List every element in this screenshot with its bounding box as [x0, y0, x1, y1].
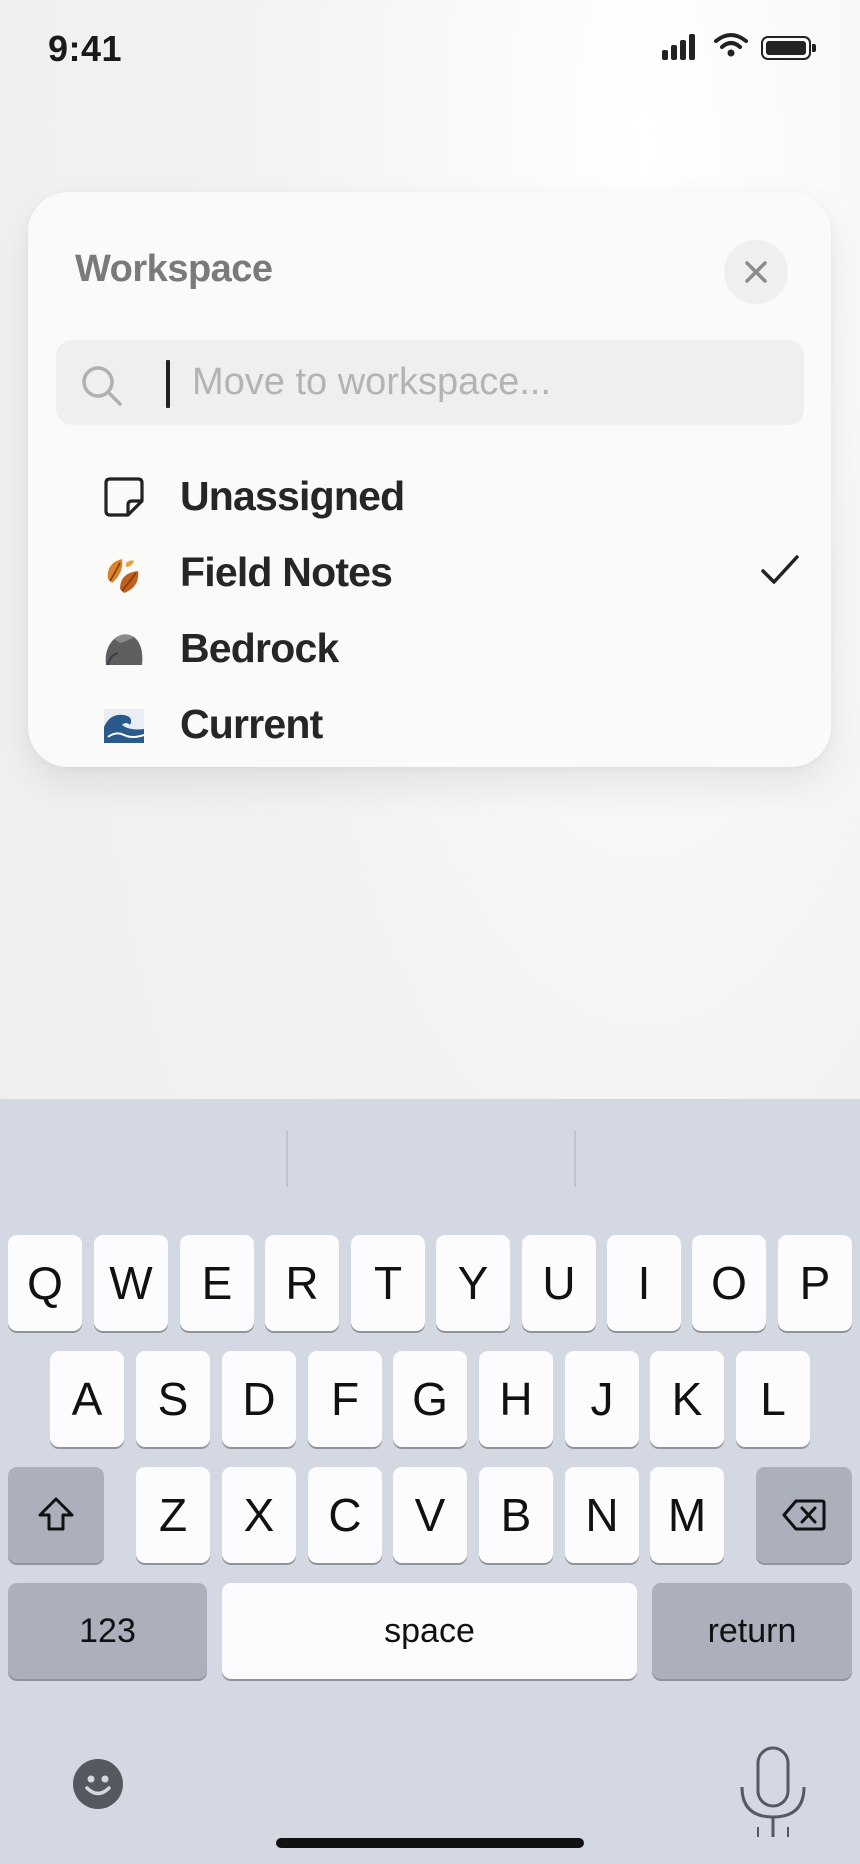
battery-icon: [761, 36, 816, 60]
workspace-item-unassigned[interactable]: Unassigned: [58, 459, 803, 529]
workspace-search-field[interactable]: [56, 340, 804, 425]
key-g[interactable]: G: [393, 1351, 467, 1447]
home-indicator: [276, 1838, 584, 1848]
return-key[interactable]: return: [652, 1583, 852, 1679]
workspace-item-label: Bedrock: [180, 625, 339, 671]
key-z[interactable]: Z: [136, 1467, 210, 1563]
backspace-icon: [782, 1499, 826, 1531]
text-cursor: [166, 360, 170, 408]
key-n[interactable]: N: [565, 1467, 639, 1563]
workspace-item-current[interactable]: Current: [58, 687, 803, 757]
cellular-signal-icon: [662, 32, 702, 60]
key-e[interactable]: E: [180, 1235, 254, 1331]
fallen-leaf-emoji: [107, 559, 139, 593]
key-t[interactable]: T: [351, 1235, 425, 1331]
delete-key[interactable]: [756, 1467, 852, 1563]
suggestion-divider: [286, 1131, 288, 1187]
sticky-note-icon: [104, 477, 144, 517]
key-s[interactable]: S: [136, 1351, 210, 1447]
suggestion-divider: [574, 1131, 576, 1187]
key-i[interactable]: I: [607, 1235, 681, 1331]
smiley-icon: [85, 1775, 111, 1796]
key-b[interactable]: B: [479, 1467, 553, 1563]
key-w[interactable]: W: [94, 1235, 168, 1331]
shift-key[interactable]: [8, 1467, 104, 1563]
close-icon: [745, 261, 767, 283]
workspace-item-bedrock[interactable]: Bedrock: [58, 611, 803, 681]
key-h[interactable]: H: [479, 1351, 553, 1447]
numbers-key[interactable]: 123: [8, 1583, 207, 1679]
popover-title: Workspace: [75, 248, 273, 290]
space-key[interactable]: space: [222, 1583, 637, 1679]
status-time: 9:41: [48, 28, 123, 69]
checkmark-icon: [761, 555, 799, 584]
search-icon: [82, 366, 122, 406]
rock-emoji: [105, 634, 143, 666]
key-p[interactable]: P: [778, 1235, 852, 1331]
key-r[interactable]: R: [265, 1235, 339, 1331]
microphone-icon[interactable]: [738, 1745, 808, 1840]
workspace-item-label: Current: [180, 701, 323, 747]
shift-icon: [38, 1497, 74, 1531]
workspace-item-field-notes[interactable]: Field Notes: [58, 535, 803, 605]
key-a[interactable]: A: [50, 1351, 124, 1447]
key-v[interactable]: V: [393, 1467, 467, 1563]
close-button[interactable]: [724, 240, 788, 304]
key-d[interactable]: D: [222, 1351, 296, 1447]
key-y[interactable]: Y: [436, 1235, 510, 1331]
key-c[interactable]: C: [308, 1467, 382, 1563]
key-j[interactable]: J: [565, 1351, 639, 1447]
key-u[interactable]: U: [522, 1235, 596, 1331]
search-input[interactable]: [192, 340, 792, 425]
workspace-item-label: Field Notes: [180, 549, 393, 595]
status-bar: 9:41: [0, 0, 860, 100]
key-f[interactable]: F: [308, 1351, 382, 1447]
workspace-item-label: Unassigned: [180, 473, 405, 519]
key-x[interactable]: X: [222, 1467, 296, 1563]
workspace-popover: Workspace Unassigned Field Notes: [28, 192, 831, 767]
water-wave-emoji: [104, 709, 145, 743]
key-k[interactable]: K: [650, 1351, 724, 1447]
key-m[interactable]: M: [650, 1467, 724, 1563]
key-q[interactable]: Q: [8, 1235, 82, 1331]
wifi-icon: [714, 33, 748, 57]
emoji-key[interactable]: [73, 1759, 123, 1809]
key-l[interactable]: L: [736, 1351, 810, 1447]
key-o[interactable]: O: [692, 1235, 766, 1331]
